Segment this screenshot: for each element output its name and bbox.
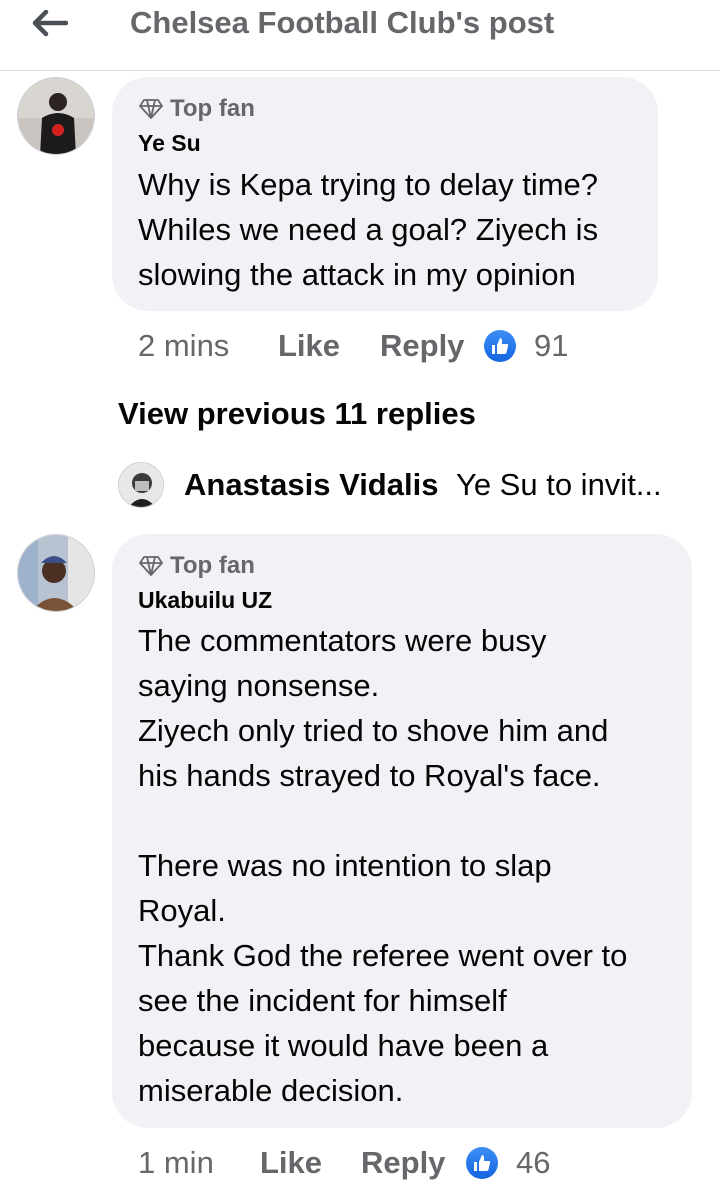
reply-button[interactable]: Reply [361, 1141, 445, 1185]
reaction-count: 46 [516, 1145, 551, 1180]
like-reaction-icon[interactable] [484, 330, 516, 362]
back-button[interactable] [28, 6, 70, 40]
like-reaction-icon[interactable] [466, 1147, 498, 1179]
page-title: Chelsea Football Club's post [130, 5, 555, 40]
top-fan-badge: Top fan [138, 95, 255, 123]
like-button[interactable]: Like [278, 324, 340, 368]
comment-actions: 1 min Like Reply 46 [138, 1141, 698, 1185]
comment-author[interactable]: Ukabuilu UZ [138, 587, 272, 614]
comment-time: 1 min [138, 1145, 214, 1180]
avatar[interactable] [17, 77, 95, 155]
comment-text: The commentators were busy saying nonsen… [138, 623, 628, 1108]
avatar[interactable] [17, 534, 95, 612]
comment-author[interactable]: Ye Su [138, 130, 201, 157]
reply-button[interactable]: Reply [380, 324, 464, 368]
comment-bubble: Top fan Ye Su Why is Kepa trying to dela… [112, 77, 658, 311]
like-button[interactable]: Like [260, 1141, 322, 1185]
reply-author: Anastasis Vidalis [184, 467, 439, 502]
reply-snippet: Ye Su to invit... [456, 467, 662, 502]
badge-label: Top fan [170, 552, 255, 579]
comment-actions: 2 mins Like Reply 91 [138, 324, 698, 368]
comment-time: 2 mins [138, 328, 230, 363]
reaction-count: 91 [534, 328, 569, 363]
post-header: Chelsea Football Club's post [0, 0, 720, 71]
view-previous-replies[interactable]: View previous 11 replies [118, 396, 476, 432]
diamond-icon [139, 99, 163, 119]
avatar [118, 462, 164, 508]
top-fan-badge: Top fan [138, 552, 255, 580]
comment-bubble: Top fan Ukabuilu UZ The commentators wer… [112, 534, 692, 1128]
diamond-icon [139, 556, 163, 576]
arrow-left-icon [32, 9, 68, 37]
badge-label: Top fan [170, 95, 255, 122]
reply-preview[interactable]: Anastasis Vidalis Ye Su to invit... [118, 462, 718, 512]
comment-text: Why is Kepa trying to delay time? Whiles… [138, 167, 599, 292]
